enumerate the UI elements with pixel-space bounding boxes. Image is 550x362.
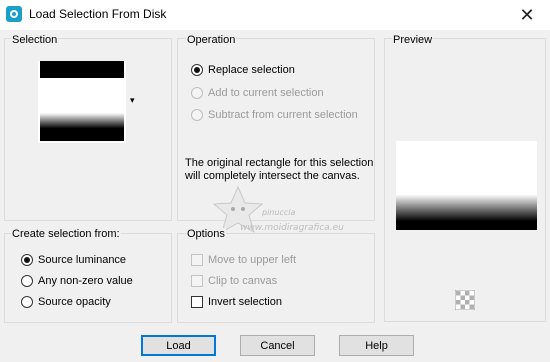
- transparency-checker-icon[interactable]: [455, 290, 475, 310]
- clip-to-canvas-label: Clip to canvas: [208, 275, 278, 287]
- create-from-label: Create selection from:: [11, 228, 121, 240]
- invert-selection-label: Invert selection: [208, 296, 282, 308]
- replace-selection-label: Replace selection: [208, 64, 295, 76]
- close-icon: ✕: [519, 4, 535, 25]
- watermark-name: pinuccia: [262, 208, 296, 217]
- selection-dropdown-icon[interactable]: ▾: [130, 95, 135, 106]
- preview-label: Preview: [392, 34, 434, 46]
- help-button[interactable]: Help: [339, 335, 414, 356]
- selection-label: Selection: [11, 34, 59, 46]
- add-to-selection-label: Add to current selection: [208, 87, 324, 99]
- source-opacity-label: Source opacity: [38, 296, 111, 308]
- checkbox-indicator: [191, 275, 203, 287]
- checkbox-indicator: [191, 254, 203, 266]
- radio-indicator: [191, 109, 203, 121]
- source-luminance-radio[interactable]: Source luminance: [21, 254, 126, 266]
- options-label: Options: [186, 228, 226, 240]
- move-to-upper-left-checkbox[interactable]: Move to upper left: [191, 254, 296, 266]
- selection-thumbnail[interactable]: [38, 61, 126, 143]
- clip-to-canvas-checkbox[interactable]: Clip to canvas: [191, 275, 277, 287]
- radio-indicator: [21, 275, 33, 287]
- subtract-selection-radio[interactable]: Subtract from current selection: [191, 109, 358, 121]
- checkbox-indicator: [191, 296, 203, 308]
- cancel-button[interactable]: Cancel: [240, 335, 315, 356]
- app-icon: [6, 6, 22, 22]
- source-opacity-radio[interactable]: Source opacity: [21, 296, 111, 308]
- radio-indicator: [21, 296, 33, 308]
- selection-thumbnail-gradient: [40, 113, 124, 141]
- subtract-selection-label: Subtract from current selection: [208, 109, 358, 121]
- move-to-upper-left-label: Move to upper left: [208, 254, 297, 266]
- replace-selection-radio[interactable]: Replace selection: [191, 64, 295, 76]
- watermark-url: www.moidiragrafica.eu: [240, 223, 344, 233]
- preview-image: [396, 141, 537, 230]
- intersect-note: The original rectangle for this selectio…: [185, 157, 374, 182]
- source-luminance-label: Source luminance: [38, 254, 127, 266]
- add-to-selection-radio[interactable]: Add to current selection: [191, 87, 324, 99]
- window-title: Load Selection From Disk: [29, 7, 167, 21]
- invert-selection-checkbox[interactable]: Invert selection: [191, 296, 282, 308]
- any-nonzero-label: Any non-zero value: [38, 275, 133, 287]
- any-nonzero-radio[interactable]: Any non-zero value: [21, 275, 133, 287]
- selection-thumbnail-top-bar: [40, 61, 124, 78]
- load-button[interactable]: Load: [141, 335, 216, 356]
- close-button[interactable]: ✕: [504, 0, 550, 30]
- radio-indicator: [191, 64, 203, 76]
- title-bar: Load Selection From Disk ✕: [0, 0, 550, 30]
- radio-indicator: [21, 254, 33, 266]
- operation-label: Operation: [186, 34, 237, 46]
- radio-indicator: [191, 87, 203, 99]
